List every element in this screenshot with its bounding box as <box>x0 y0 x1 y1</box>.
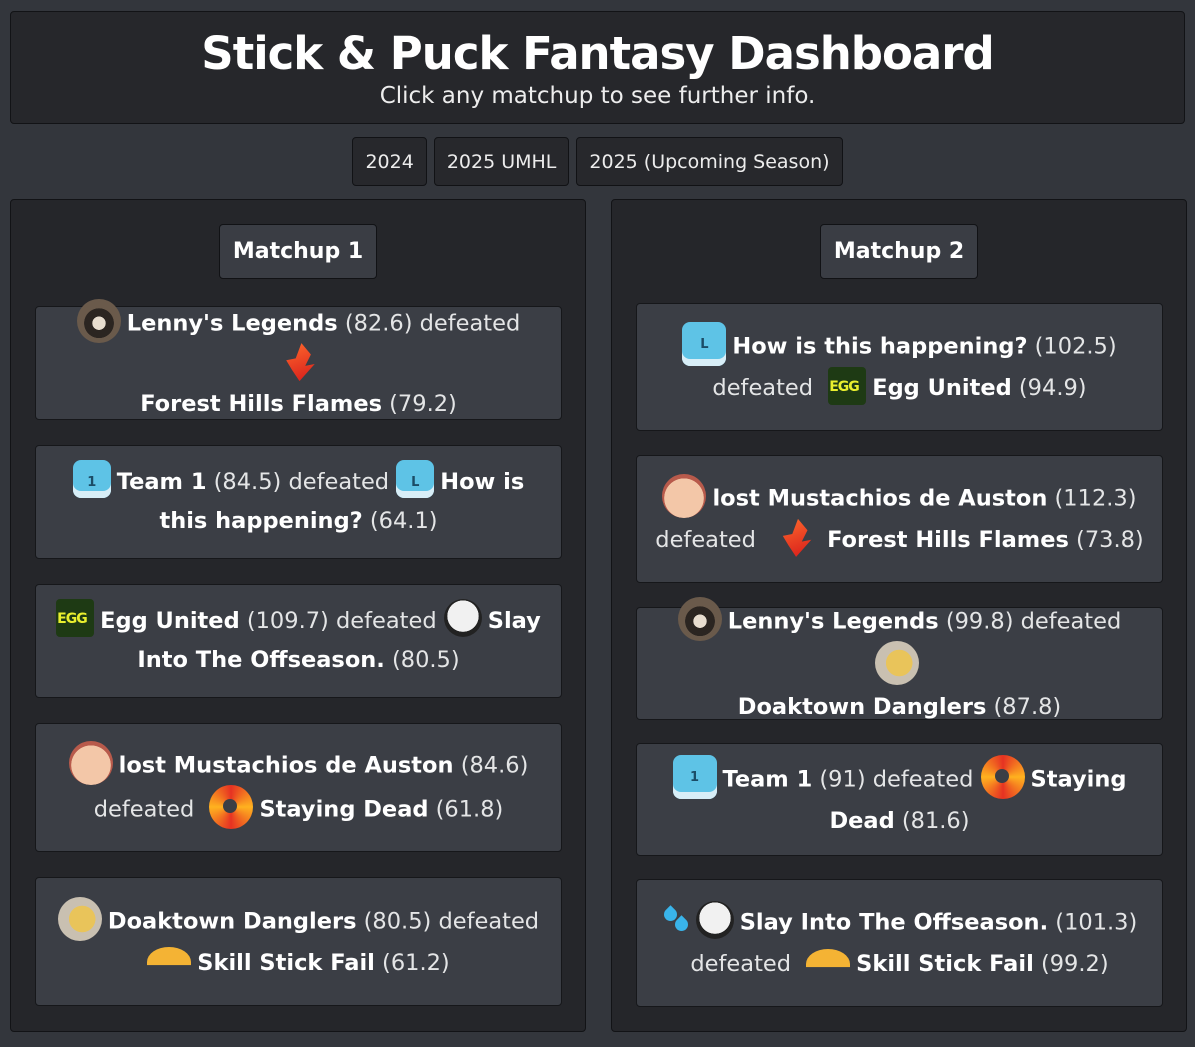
loser-team: Skill Stick Fail <box>856 951 1034 978</box>
dog-icon <box>874 640 919 685</box>
loser-score: (87.8) <box>993 693 1062 720</box>
jersey-icon <box>396 460 435 499</box>
matchup-text: Egg United (109.7) defeated Slay Into Th… <box>54 599 543 681</box>
matchup-text: Lenny's Legends (82.6) defeated Forest H… <box>54 298 543 425</box>
page-title: Stick & Puck Fantasy Dashboard <box>201 27 994 80</box>
matchup-card[interactable]: Team 1 (84.5) defeated How is this happe… <box>35 445 562 559</box>
egg-logo-icon <box>56 599 95 638</box>
winner-team: lost Mustachios de Auston <box>712 485 1048 512</box>
page-subtitle: Click any matchup to see further info. <box>379 83 816 109</box>
winner-team: Team 1 <box>116 468 207 495</box>
jersey-icon <box>672 754 717 799</box>
winner-score: (109.7) <box>246 607 329 634</box>
loser-score: (61.2) <box>382 949 450 976</box>
hockey-mask-icon <box>443 599 482 638</box>
loser-team: Staying Dead <box>259 796 429 822</box>
loser-team: Egg United <box>872 375 1012 402</box>
matchup-column-2: Matchup 2 How is this happening? (102.5)… <box>611 199 1187 1032</box>
matchup-card[interactable]: Slay Into The Offseason. (101.3) defeated… <box>636 879 1163 1007</box>
result-verb: defeated <box>438 908 540 935</box>
flame-icon <box>286 343 315 382</box>
winner-score: (84.5) <box>213 468 282 495</box>
egg-logo-icon <box>828 366 867 405</box>
matchup-text: lost Mustachios de Auston (84.6) defeated… <box>68 740 529 832</box>
jersey-icon <box>72 460 111 499</box>
loser-score: (81.6) <box>901 807 970 834</box>
winner-team: Egg United <box>100 607 240 634</box>
winner-score: (101.3) <box>1055 909 1138 936</box>
winner-score: (112.3) <box>1054 485 1137 512</box>
result-verb: defeated <box>655 527 756 554</box>
result-verb: defeated <box>335 607 437 634</box>
result-verb: defeated <box>712 375 814 402</box>
loser-score: (80.5) <box>392 647 460 673</box>
flame-icon <box>782 518 812 557</box>
result-verb: defeated <box>1020 608 1122 635</box>
matchup-card[interactable]: lost Mustachios de Auston (84.6) defeated… <box>35 723 562 852</box>
matchup-card[interactable]: Doaktown Danglers (80.5) defeated Skill S… <box>35 877 562 1006</box>
winner-score: (80.5) <box>363 908 432 935</box>
winner-team: Lenny's Legends <box>126 310 338 337</box>
jersey-icon <box>682 322 727 367</box>
result-verb: defeated <box>872 766 974 793</box>
face-icon <box>68 740 113 785</box>
winner-team: Team 1 <box>722 766 813 793</box>
matchup-card[interactable]: Egg United (109.7) defeated Slay Into Th… <box>35 584 562 698</box>
matchup-card[interactable]: Team 1 (91) defeated Staying Dead (81.6) <box>636 743 1163 856</box>
dog-icon <box>57 896 102 941</box>
result-verb: defeated <box>93 796 195 822</box>
matchup-card[interactable]: Lenny's Legends (99.8) defeated Doaktown… <box>636 596 1163 720</box>
loser-score: (79.2) <box>389 391 457 417</box>
season-tabs: 2024 2025 UMHL 2025 (Upcoming Season) <box>0 137 1195 186</box>
matchup-text: How is this happening? (102.5) defeated E… <box>682 322 1117 408</box>
loser-score: (99.2) <box>1040 951 1109 978</box>
winner-team: Slay Into The Offseason. <box>739 909 1049 936</box>
loser-team: Skill Stick Fail <box>197 949 375 976</box>
result-verb: defeated <box>419 310 521 337</box>
winner-score: (84.6) <box>460 752 529 778</box>
page-header: Stick & Puck Fantasy Dashboard Click any… <box>10 11 1185 124</box>
raccoon-icon <box>677 596 722 641</box>
loser-score: (94.9) <box>1018 375 1087 402</box>
matchup-text: lost Mustachios de Auston (112.3) defeate… <box>655 474 1144 560</box>
matchup-2-heading: Matchup 2 <box>819 224 979 279</box>
hockey-mask-icon <box>695 901 734 940</box>
matchup-text: Lenny's Legends (99.8) defeated Doaktown… <box>655 596 1144 727</box>
winner-team: Lenny's Legends <box>727 608 939 635</box>
raccoon-icon <box>76 298 121 343</box>
matchup-card[interactable]: How is this happening? (102.5) defeated E… <box>636 303 1163 431</box>
loser-score: (61.8) <box>435 796 504 822</box>
matchup-1-heading: Matchup 1 <box>218 224 378 279</box>
winner-score: (102.5) <box>1034 333 1117 360</box>
loser-team: Doaktown Danglers <box>737 693 987 720</box>
loser-score: (73.8) <box>1076 527 1144 554</box>
matchup-column-1: Matchup 1 Lenny's Legends (82.6) defeate… <box>10 199 586 1032</box>
face-icon <box>662 474 707 519</box>
matchup-text: Doaktown Danglers (80.5) defeated Skill S… <box>57 896 540 983</box>
result-verb: defeated <box>690 951 792 978</box>
winner-team: Doaktown Danglers <box>107 908 357 935</box>
winner-score: (99.8) <box>945 608 1014 635</box>
sweat-drops-icon <box>662 898 690 942</box>
tab-2025-umhl[interactable]: 2025 UMHL <box>433 137 570 186</box>
matchup-text: Team 1 (91) defeated Staying Dead (81.6) <box>655 754 1144 841</box>
tab-2024[interactable]: 2024 <box>352 137 427 186</box>
winner-team: lost Mustachios de Auston <box>118 752 454 778</box>
matchup-card[interactable]: Lenny's Legends (82.6) defeated Forest H… <box>35 298 562 420</box>
loser-score: (64.1) <box>369 508 438 534</box>
winner-score: (82.6) <box>344 310 413 337</box>
tab-2025-upcoming[interactable]: 2025 (Upcoming Season) <box>576 137 843 186</box>
taco-icon <box>806 948 851 979</box>
result-verb: defeated <box>288 468 390 495</box>
loser-team: Forest Hills Flames <box>140 391 382 417</box>
taco-icon <box>147 947 192 978</box>
loser-team: Forest Hills Flames <box>827 527 1069 554</box>
matchup-text: Slay Into The Offseason. (101.3) defeated… <box>662 898 1138 984</box>
matchup-text: Team 1 (84.5) defeated How is this happe… <box>54 460 543 542</box>
swirl-icon <box>209 784 254 829</box>
winner-score: (91) <box>819 766 866 793</box>
swirl-icon <box>980 754 1025 799</box>
winner-team: How is this happening? <box>732 333 1028 360</box>
matchup-card[interactable]: lost Mustachios de Auston (112.3) defeate… <box>636 455 1163 583</box>
